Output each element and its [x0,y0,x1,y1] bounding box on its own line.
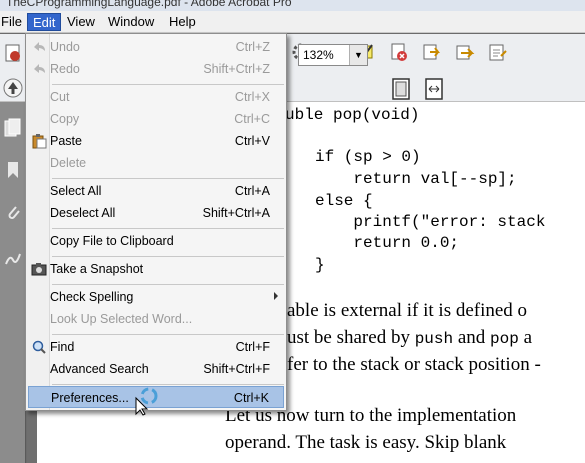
menu-separator [52,84,284,85]
share-icon[interactable] [454,41,476,63]
code-line: printf("error: stack [315,213,546,231]
menu-item-shortcut: Ctrl+Z [235,40,270,54]
fit-page-icon[interactable] [390,78,412,100]
menu-item-label: Preferences... [51,391,129,405]
menu-item-label: Select All [50,184,102,198]
menu-item-label: Look Up Selected Word... [50,312,193,326]
menu-item-shortcut: Shift+Ctrl+Z [203,62,270,76]
menu-separator [52,228,284,229]
menu-window[interactable]: Window [103,13,159,31]
bookmarks-icon[interactable] [3,160,23,182]
zoom-level-combobox[interactable]: 132% ▼ [298,44,368,66]
menu-item-copy[interactable]: Copy Ctrl+C [28,108,284,130]
menu-item-delete[interactable]: Delete [28,152,284,174]
menu-item-label: Check Spelling [50,290,134,304]
submenu-arrow-icon [274,292,278,300]
prose-text: a [518,327,533,348]
menu-edit[interactable]: Edit [27,13,62,31]
menu-view[interactable]: View [62,13,100,31]
edit-menu-dropdown: Undo Ctrl+Z Redo Shift+Ctrl+Z Cut Ctrl+X… [25,33,287,411]
page-thumbnails-icon[interactable] [3,118,23,140]
prose-line: fer to the stack or stack position - [287,354,541,375]
review-icon[interactable] [487,41,509,63]
code-line: return 0.0; [315,234,460,252]
menu-item-take-a-snapshot[interactable]: Take a Snapshot [28,258,284,280]
menu-item-shortcut: Shift+Ctrl+F [203,362,270,376]
zoom-value: 132% [303,48,334,62]
code-line: uble pop(void) [285,106,420,124]
menu-item-label: Advanced Search [50,362,149,376]
prose-code-push: push [414,330,454,348]
zoom-dropdown-arrow-icon[interactable]: ▼ [349,45,367,65]
menu-item-label: Redo [50,62,80,76]
prose-text: ust be shared by [287,327,415,348]
redo-icon [31,61,47,77]
window-title: TheCProgrammingLanguage.pdf - Adobe Acro… [6,0,292,9]
menu-item-deselect-all[interactable]: Deselect All Shift+Ctrl+A [28,202,284,224]
undo-icon [31,39,47,55]
menu-separator [52,178,284,179]
menu-file[interactable]: File [0,13,27,31]
attachments-icon[interactable] [3,202,23,224]
prose-line: operand. The task is easy. Skip blank [225,432,507,453]
signatures-icon[interactable] [3,248,23,270]
code-line: } [315,256,325,274]
code-line: if (sp > 0) [315,148,421,166]
navigation-panel [0,102,26,463]
menu-item-cut[interactable]: Cut Ctrl+X [28,86,284,108]
menu-item-label: Delete [50,156,87,170]
paste-icon [31,133,47,149]
menu-help[interactable]: Help [164,13,201,31]
prose-text: and [453,327,491,348]
navigate-up-icon[interactable] [2,77,24,99]
menu-separator [52,384,284,385]
menu-item-paste[interactable]: Paste Ctrl+V [28,130,284,152]
fit-width-icon[interactable] [423,78,445,100]
menu-item-check-spelling[interactable]: Check Spelling [28,286,284,308]
menu-item-label: Cut [50,90,70,104]
menu-item-shortcut: Ctrl+F [235,340,270,354]
prose-code-pop: pop [490,330,519,348]
menu-separator [52,334,284,335]
code-line: else { [315,192,373,210]
menu-bar: File Edit View Window Help [0,11,585,33]
menu-item-redo[interactable]: Redo Shift+Ctrl+Z [28,58,284,80]
export-icon[interactable] [421,41,443,63]
menu-separator [52,284,284,285]
sign-document-icon[interactable] [388,41,410,63]
busy-cursor-icon [133,386,159,416]
menu-item-advanced-search[interactable]: Advanced Search Shift+Ctrl+F [28,358,284,380]
menu-item-find[interactable]: Find Ctrl+F [28,336,284,358]
create-pdf-icon[interactable] [2,42,24,64]
menu-item-shortcut: Shift+Ctrl+A [202,206,270,220]
menu-item-shortcut: Ctrl+V [234,134,270,148]
menu-item-label: Find [50,340,75,354]
menu-item-label: Copy File to Clipboard [50,234,174,248]
menu-item-shortcut: Ctrl+K [233,391,269,405]
prose-line: able is external if it is defined o [287,300,528,321]
menu-item-select-all[interactable]: Select All Ctrl+A [28,180,284,202]
menu-item-label: Copy [50,112,80,126]
menu-item-undo[interactable]: Undo Ctrl+Z [28,36,284,58]
menu-separator [52,256,284,257]
menu-item-label: Paste [50,134,82,148]
menu-item-label: Deselect All [50,206,116,220]
code-line: return val[--sp]; [315,170,517,188]
menu-item-copy-file-to-clipboard[interactable]: Copy File to Clipboard [28,230,284,252]
menu-item-shortcut: Ctrl+A [234,184,270,198]
prose-line: ust be shared by push and pop a [287,327,532,349]
menu-item-look-up-selected-word[interactable]: Look Up Selected Word... [28,308,284,330]
window-titlebar: TheCProgrammingLanguage.pdf - Adobe Acro… [0,0,585,11]
menu-item-label: Take a Snapshot [50,262,144,276]
menu-item-shortcut: Ctrl+X [234,90,270,104]
camera-icon [31,261,47,277]
search-icon [31,339,47,355]
menu-item-label: Undo [50,40,80,54]
menu-item-shortcut: Ctrl+C [234,112,270,126]
